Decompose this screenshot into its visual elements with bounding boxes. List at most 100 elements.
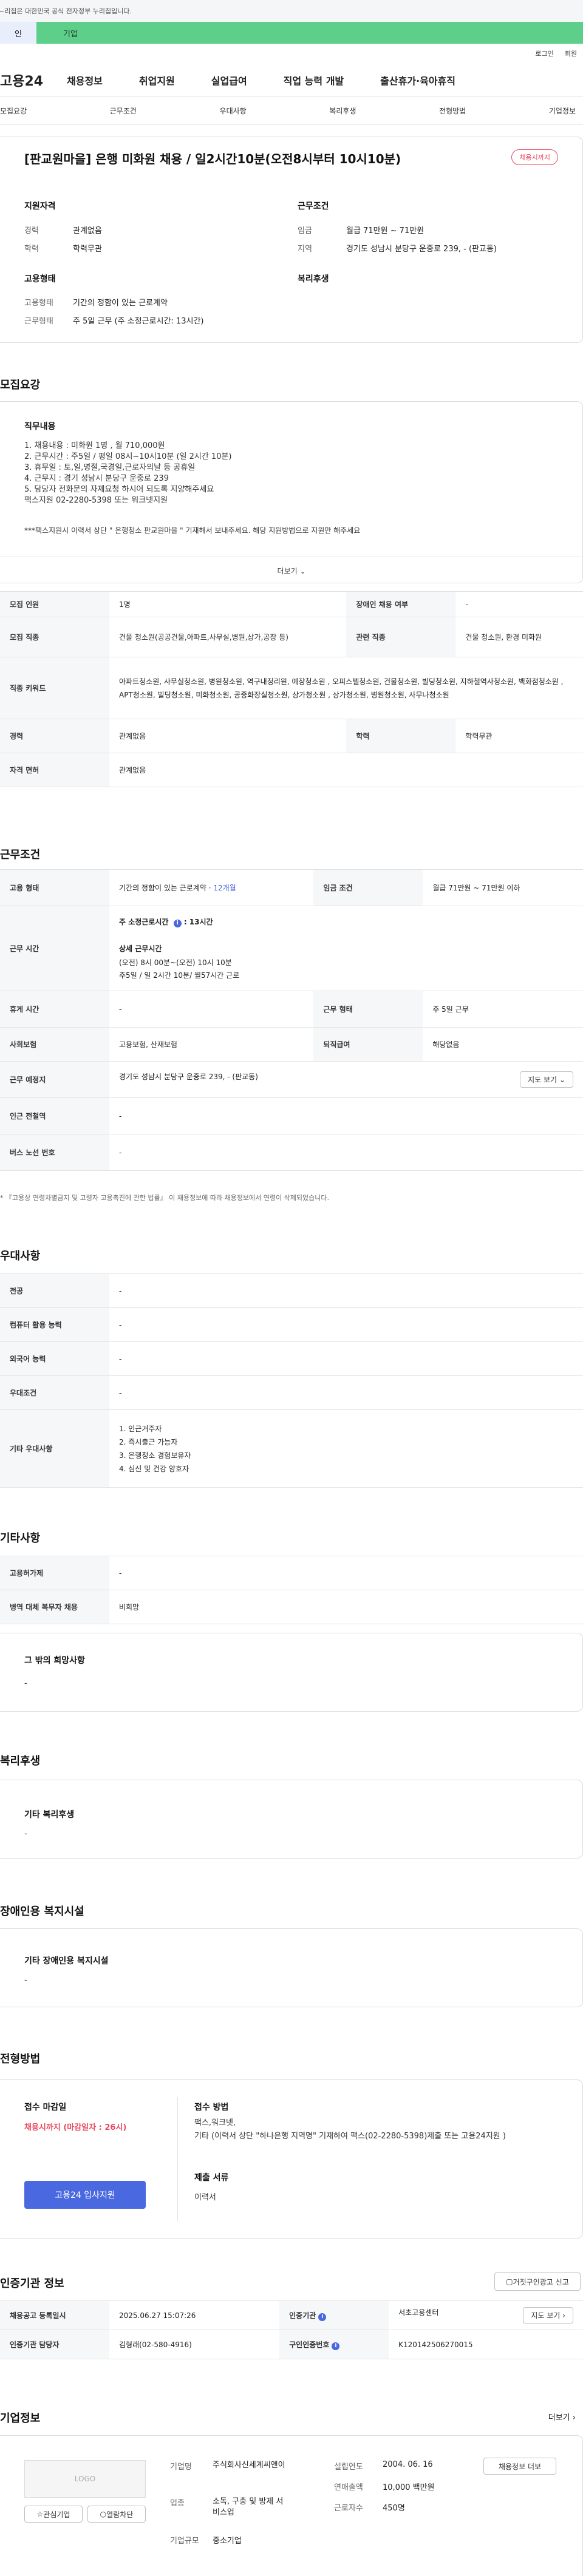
anchor-welfare[interactable]: 복리후생 [329, 106, 356, 116]
gov-notice-bar: ~리집은 대한민국 공식 전자정부 누리집입니다. [0, 0, 583, 22]
anchor-company[interactable]: 기업정보 [549, 106, 576, 116]
duty-text: 1. 채용내용 : 미화원 1명 , 월 710,000원 2. 근무시간 : … [24, 441, 232, 505]
cert-manager-label: 인증기관 담당자 [0, 2330, 109, 2359]
docs-heading: 제출 서류 [194, 2173, 229, 2183]
company-established: 설립연도 2004. 06. 16 [334, 2460, 433, 2472]
duty-note: ***팩스지원시 이력서 상단 " 은행청소 판교원마을 " 기재해서 보내주세… [24, 526, 361, 535]
wish-heading: 그 밖의 희망사항 [24, 1656, 85, 1666]
chevron-down-icon: ⌄ [299, 567, 306, 575]
site-logo[interactable]: 고용24 [0, 70, 67, 90]
work-retire-value: 해당없음 [423, 1027, 583, 1062]
work-bus-value: - [109, 1134, 583, 1171]
gnb-item-jobs[interactable]: 채용정보 [67, 73, 103, 87]
work-emptype-value: 기간의 정함이 있는 근로계약 · 12개월 [109, 869, 314, 906]
login-link[interactable]: 로그인 [535, 49, 553, 58]
work-break-label: 휴게 시간 [0, 991, 109, 1028]
facility-box: 기타 장애인용 복지시설 - [0, 1928, 583, 2007]
etc-military-value: 비희망 [109, 1590, 583, 1624]
summary-wage: 임금 월급 71만원 ~ 71만원 [298, 226, 424, 236]
process-box: 접수 마감일 채용시까지 (마감일자 : 26시) 고용24 입사지원 접수 방… [0, 2079, 583, 2239]
row-job-value: 건물 청소원(공공건물,아파트,사무실,병원,상가,공장 등) [109, 617, 347, 657]
chevron-down-icon: ⌄ [559, 1076, 565, 1084]
chevron-right-icon: › [572, 2413, 576, 2422]
row-keyword-value: 아파트청소원, 사무실청소원, 병원청소원, 역구내정리원, 예장청소원 , 오… [109, 657, 583, 719]
fav-company-button[interactable]: ☆ 관심기업 [24, 2506, 83, 2523]
welfare-box: 기타 복리후생 - [0, 1780, 583, 1859]
anchor-recruit[interactable]: 모집요강 [0, 106, 27, 116]
process-heading: 전형방법 [0, 2053, 41, 2066]
gnb-item-vocational-training[interactable]: 직업 능력 개발 [284, 73, 344, 87]
company-jobs-button[interactable]: 채용정보 더보 [483, 2458, 556, 2475]
welfare-sub: 기타 복리후생 [24, 1810, 75, 1820]
etc-table: 고용허가제 - 병역 대체 복무자 채용 비희망 [0, 1556, 583, 1624]
summary-work-type: 근무형태 주 5일 근무 (주 소정근로시간: 13시간) [24, 317, 204, 326]
report-fake-ad-button[interactable]: ▢ 거짓구인광고 신고 [494, 2273, 581, 2291]
work-insurance-value: 고용보험, 산재보험 [109, 1027, 314, 1062]
tab-individual[interactable]: 인 [0, 22, 36, 44]
pref-major-label: 전공 [0, 1273, 109, 1308]
job-title: [판교원마을] 은행 미화원 채용 / 일2시간10분(오전8시부터 10시10… [24, 152, 401, 166]
work-insurance-label: 사회보험 [0, 1027, 109, 1062]
pref-heading: 우대사항 [0, 1250, 41, 1263]
work-subway-value: - [109, 1097, 583, 1134]
signup-link[interactable]: 회원 [565, 49, 577, 58]
work-map-button[interactable]: 지도 보기 ⌄ [520, 1071, 573, 1088]
company-name: 기업명 주식회사신세계씨앤이 [170, 2461, 285, 2472]
age-law-note: * 『고용상 연령차별금지 및 고령자 고용촉진에 관한 법률』 이 채용정보에… [0, 1194, 329, 1202]
info-icon[interactable]: i [318, 2313, 327, 2321]
apply-button[interactable]: 고용24 입사지원 [24, 2181, 146, 2209]
wish-value: - [24, 1679, 27, 1688]
work-wage-value: 월급 71만원 ~ 71만원 이하 [423, 869, 583, 906]
work-form-value: 주 5일 근무 [423, 991, 583, 1028]
duty-more-button[interactable]: 더보기 ⌄ [0, 557, 583, 576]
etc-hire-value: - [109, 1556, 583, 1590]
user-type-tabs: 인 기업 [0, 22, 583, 44]
row-career-label: 경력 [0, 719, 109, 753]
company-employees: 근로자수 450명 [334, 2504, 405, 2513]
method-value-2: 기타 (이력서 상단 "하나은행 지역명" 기재하여 팩스(02-2280-53… [194, 2132, 506, 2141]
gnb-item-parental-leave[interactable]: 출산휴가·육아휴직 [380, 73, 455, 87]
row-related-value: 건물 청소원, 환경 미화원 [455, 617, 583, 657]
row-career-value: 관계없음 [109, 719, 347, 753]
facility-value: - [24, 1976, 27, 1985]
facility-sub: 기타 장애인용 복지시설 [24, 1956, 109, 1966]
company-logo: LOGO [24, 2460, 146, 2498]
info-icon[interactable]: i [332, 2342, 340, 2350]
method-heading: 접수 방법 [194, 2103, 229, 2112]
work-heading: 근무조건 [0, 849, 41, 861]
work-form-label: 근무 형태 [313, 991, 423, 1028]
global-nav: 고용24 채용정보 취업지원 실업급여 직업 능력 개발 출산휴가·육아휴직 [0, 63, 583, 97]
deadline-heading: 접수 마감일 [24, 2103, 67, 2112]
cert-reg-value: 2025.06.27 15:07:26 [109, 2300, 280, 2330]
chevron-right-icon: › [562, 2311, 565, 2320]
gnb-item-employment-support[interactable]: 취업지원 [139, 73, 175, 87]
anchor-work-conditions[interactable]: 근무조건 [110, 106, 137, 116]
work-emptype-label: 고용 형태 [0, 869, 109, 906]
tab-company[interactable]: 기업 [36, 22, 583, 44]
cert-map-button[interactable]: 지도 보기 › [523, 2307, 573, 2323]
pref-other-value: 1. 인근거주자 2. 즉시출근 가능자 3. 은행청소 경험보유자 4. 심신 및 … [109, 1409, 583, 1488]
qualification-heading: 지원자격 [24, 202, 56, 211]
facility-heading: 장애인용 복지시설 [0, 1905, 84, 1918]
work-table: 고용 형태 기간의 정함이 있는 근로계약 · 12개월 임금 조건 월급 71… [0, 869, 583, 1171]
company-more-link[interactable]: 더보기 › [548, 2411, 576, 2422]
row-job-label: 모집 직종 [0, 617, 109, 657]
work-place-label: 근무 예정지 [0, 1061, 109, 1098]
cert-org-value: 서초고용센터 지도 보기 › [389, 2300, 583, 2330]
row-license-label: 자격 면허 [0, 753, 109, 787]
pref-lang-label: 외국어 능력 [0, 1341, 109, 1376]
row-count-label: 모집 인원 [0, 591, 109, 617]
etc-military-label: 병역 대체 복무자 채용 [0, 1590, 109, 1624]
work-break-value: - [109, 991, 314, 1028]
work-bus-label: 버스 노선 번호 [0, 1134, 109, 1171]
anchor-process[interactable]: 전형방법 [439, 106, 466, 116]
deadline-value: 채용시까지 (마감일자 : 26시) [24, 2123, 127, 2132]
row-disabled-value: - [455, 591, 583, 617]
welfare-heading-summary: 복리후생 [298, 274, 329, 284]
section-anchor-nav: 모집요강 근무조건 우대사항 복리후생 전형방법 기업정보 [0, 97, 583, 125]
recruit-table: 모집 인원 1명 장애인 채용 여부 - 모집 직종 건물 청소원(공공건물,아… [0, 591, 583, 787]
cert-number-value: K120142506270015 [389, 2330, 583, 2359]
block-company-button[interactable]: ○ 열람차단 [87, 2506, 146, 2523]
anchor-preferences[interactable]: 우대사항 [220, 106, 247, 116]
gnb-item-unemployment-benefit[interactable]: 실업급여 [211, 73, 247, 87]
